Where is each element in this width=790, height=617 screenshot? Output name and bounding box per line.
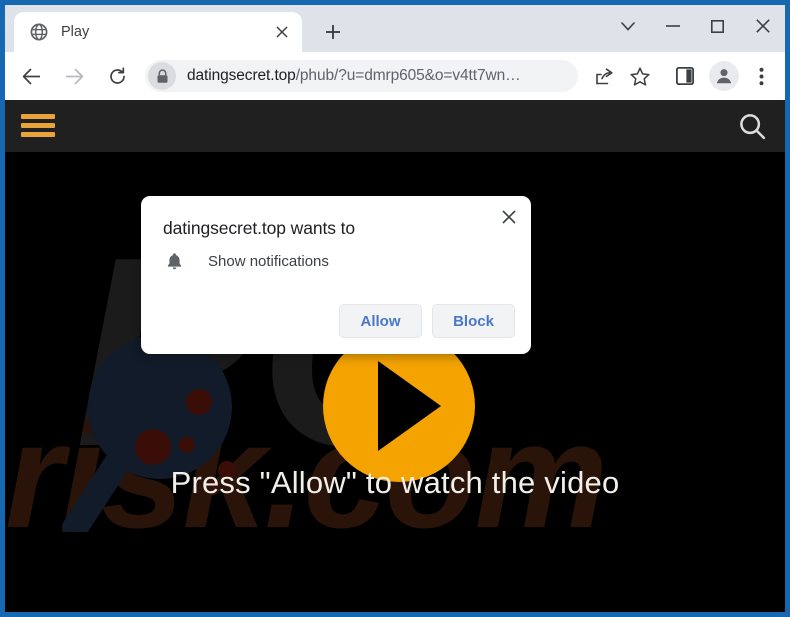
maximize-icon[interactable] [695, 5, 740, 47]
lock-icon[interactable] [148, 62, 176, 90]
permission-row: Show notifications [163, 252, 329, 271]
allow-button[interactable]: Allow [339, 304, 422, 338]
close-icon[interactable] [496, 204, 522, 230]
magnifier-decoration-icon [62, 335, 236, 532]
browser-tab[interactable]: Play [14, 12, 302, 52]
forward-arrow-icon [57, 59, 91, 93]
dialog-actions: Allow Block [339, 304, 515, 338]
browser-window: PC risk.com [0, 0, 790, 617]
back-arrow-icon[interactable] [14, 59, 48, 93]
globe-icon [30, 23, 48, 41]
permission-label: Show notifications [208, 253, 329, 270]
tab-title: Play [61, 24, 90, 40]
tab-close-icon[interactable] [270, 20, 294, 44]
notification-permission-dialog: datingsecret.top wants to Show notificat… [141, 196, 531, 354]
profile-avatar-icon[interactable] [709, 61, 739, 91]
url-text: datingsecret.top/phub/?u=dmrp605&o=v4tt7… [187, 67, 521, 84]
tab-search-chevron-icon[interactable] [605, 5, 650, 47]
bell-icon [163, 252, 185, 271]
hamburger-menu-icon[interactable] [21, 113, 55, 139]
block-button[interactable]: Block [432, 304, 515, 338]
dialog-title: datingsecret.top wants to [163, 218, 356, 238]
side-panel-icon[interactable] [669, 60, 701, 92]
page-headline: Press "Allow" to watch the video [170, 465, 620, 500]
site-header-bar [5, 100, 785, 152]
tab-strip: Play [5, 5, 785, 52]
star-icon[interactable] [624, 60, 656, 92]
search-icon[interactable] [737, 111, 767, 141]
minimize-icon[interactable] [650, 5, 695, 47]
three-dot-menu-icon[interactable] [745, 60, 777, 92]
share-icon[interactable] [588, 60, 620, 92]
page-viewport: PC risk.com [5, 100, 785, 612]
reload-icon[interactable] [100, 59, 134, 93]
close-icon[interactable] [740, 5, 785, 47]
window-controls [605, 5, 785, 47]
browser-toolbar: datingsecret.top/phub/?u=dmrp605&o=v4tt7… [5, 52, 785, 100]
new-tab-button[interactable] [318, 17, 348, 47]
address-bar[interactable]: datingsecret.top/phub/?u=dmrp605&o=v4tt7… [145, 60, 578, 92]
